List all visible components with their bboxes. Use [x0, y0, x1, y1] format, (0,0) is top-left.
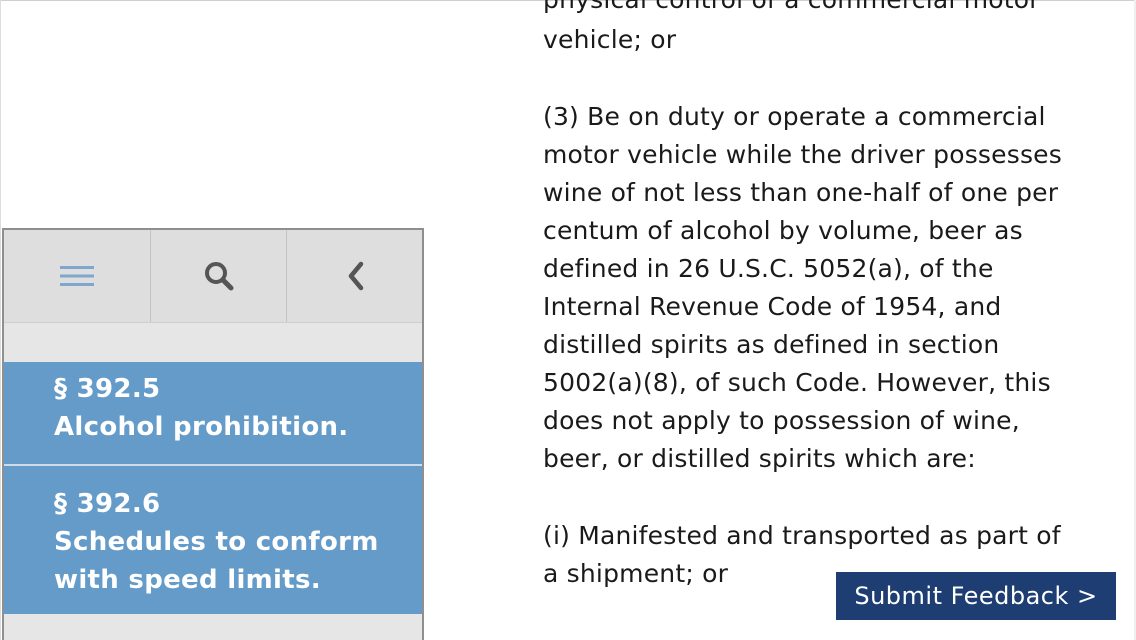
toc-item-392-6[interactable]: § 392.6 Schedules to conform with speed … [4, 466, 422, 614]
search-icon [202, 259, 236, 293]
paragraph-3: (3) Be on duty or operate a commercial m… [543, 98, 1103, 478]
text-line: 5002(a)(8), of such Code. However, this [543, 368, 1051, 397]
search-button[interactable] [151, 230, 287, 322]
sidebar-panel: § 392.5 Alcohol prohibition. § 392.6 Sch… [2, 228, 424, 640]
text-line: vehicle; or [543, 25, 677, 54]
text-line: beer, or distilled spirits which are: [543, 444, 976, 473]
hamburger-menu-icon [60, 264, 94, 288]
text-line: defined in 26 U.S.C. 5052(a), of the [543, 254, 994, 283]
text-line: (3) Be on duty or operate a commercial [543, 102, 1046, 131]
toc-section-title: Schedules to conform [54, 527, 379, 557]
chevron-left-icon [345, 260, 367, 292]
text-line: motor vehicle while the driver possesses [543, 140, 1062, 169]
text-line: (i) Manifested and transported as part o… [543, 521, 1061, 550]
left-border [0, 0, 1, 640]
menu-button[interactable] [4, 230, 151, 322]
text-line: distilled spirits as defined in section [543, 330, 1000, 359]
toc-section-number: § 392.6 [54, 489, 161, 519]
back-button[interactable] [287, 230, 422, 322]
text-line: does not apply to possession of wine, [543, 406, 1020, 435]
toc-section-title: with speed limits. [54, 565, 321, 595]
toc-section-number: § 392.5 [54, 374, 161, 404]
text-line: centum of alcohol by volume, beer as [543, 216, 1023, 245]
paragraph: vehicle; or [543, 21, 1103, 59]
toc-item-392-5[interactable]: § 392.5 Alcohol prohibition. [4, 362, 422, 464]
text-line: Internal Revenue Code of 1954, and [543, 292, 1002, 321]
toc-section-title: Alcohol prohibition. [54, 412, 349, 442]
submit-feedback-button[interactable]: Submit Feedback > [836, 572, 1116, 620]
text-line: wine of not less than one-half of one pe… [543, 178, 1059, 207]
sidebar-toolbar [4, 230, 422, 323]
clipped-text-line: physical control of a commercial motor [543, 0, 1040, 19]
